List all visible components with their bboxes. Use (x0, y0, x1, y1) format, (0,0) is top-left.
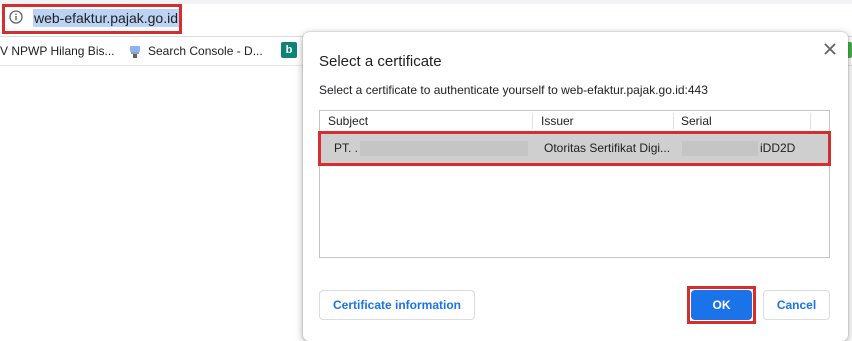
column-header-subject[interactable]: Subject (328, 111, 368, 131)
column-divider[interactable] (673, 113, 674, 129)
dialog-title: Select a certificate (319, 53, 442, 70)
dialog-description: Select a certificate to authenticate you… (319, 83, 708, 97)
ok-button[interactable]: OK (691, 290, 752, 320)
select-certificate-dialog: Select a certificate Select a certificat… (303, 32, 848, 341)
column-divider[interactable] (810, 113, 811, 129)
certificate-information-button[interactable]: Certificate information (319, 290, 475, 320)
certificate-table: Subject Issuer Serial PT. . Otoritas Ser… (318, 110, 831, 258)
column-header-serial[interactable]: Serial (681, 111, 712, 131)
cancel-button[interactable]: Cancel (763, 290, 830, 320)
column-divider[interactable] (532, 113, 533, 129)
search-console-icon (130, 45, 140, 58)
bing-bookmark-icon[interactable]: b (281, 42, 297, 58)
url-field[interactable]: web-efaktur.pajak.go.id (33, 9, 179, 27)
close-icon (824, 43, 836, 55)
table-row[interactable]: PT. . Otoritas Sertifikat Digi... iDD2D (318, 131, 831, 166)
bookmark-npwp[interactable]: V NPWP Hilang Bis... (0, 42, 114, 60)
column-header-issuer[interactable]: Issuer (541, 111, 574, 131)
close-button[interactable] (821, 40, 839, 58)
table-header: Subject Issuer Serial (320, 111, 829, 132)
info-icon[interactable] (9, 10, 23, 24)
row-highlight-box (318, 131, 831, 166)
bookmark-search-console[interactable]: Search Console - D... (128, 42, 263, 60)
bookmark-search-console-label: Search Console - D... (148, 44, 263, 58)
